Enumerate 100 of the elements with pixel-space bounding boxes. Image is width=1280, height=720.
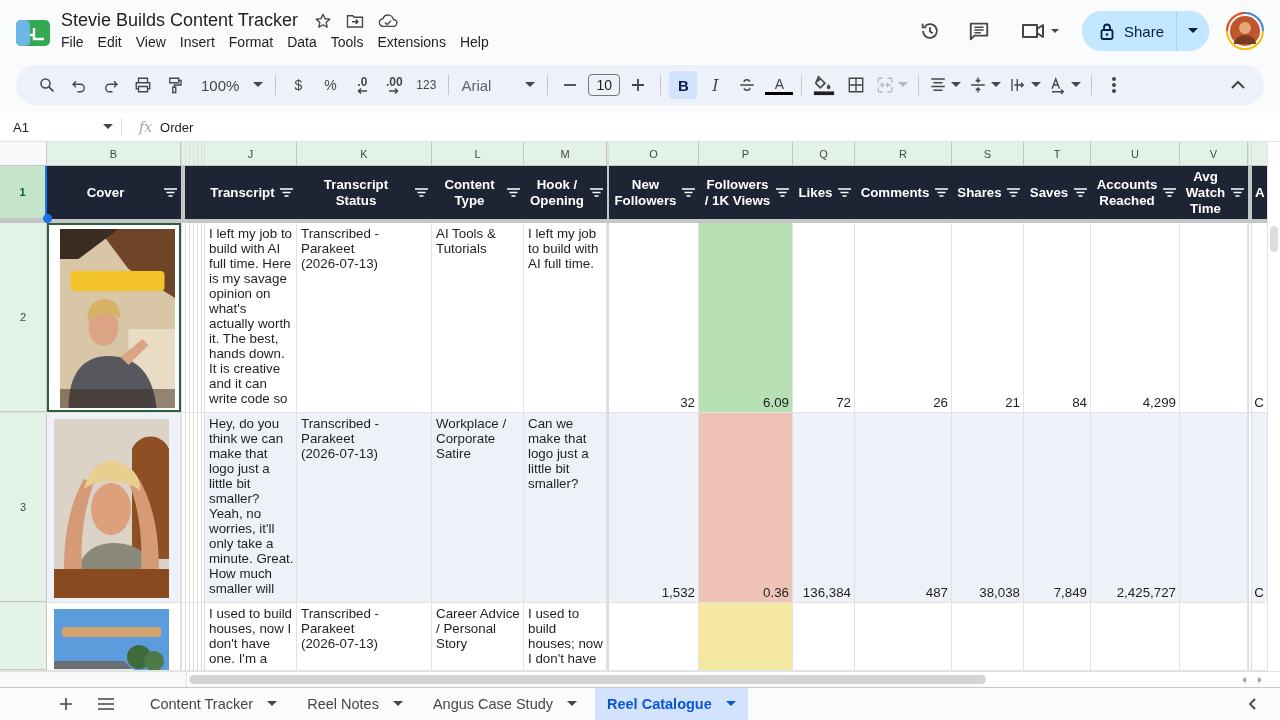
star-icon[interactable] — [314, 11, 333, 30]
filter-icon[interactable] — [1074, 188, 1087, 197]
column-header[interactable]: K — [297, 142, 432, 165]
hidden-columns-marker[interactable] — [181, 223, 205, 412]
sheet-tab[interactable]: Content Tracker — [138, 688, 290, 720]
column-title: Saves — [1029, 184, 1069, 201]
sheet-tab[interactable]: Angus Case Study — [420, 688, 589, 720]
font-dropdown[interactable]: Arial — [457, 71, 540, 99]
percent-format-button[interactable]: % — [316, 71, 345, 99]
vertical-align-icon — [969, 76, 988, 94]
menu-item[interactable]: Insert — [172, 33, 222, 52]
scroll-left-icon[interactable] — [1240, 675, 1248, 684]
row-header[interactable]: 3 — [0, 413, 47, 602]
move-folder-icon[interactable] — [346, 12, 365, 29]
currency-format-button[interactable]: $ — [284, 71, 313, 99]
table-cell: Hey, do you think we can make that logo just a little bit smaller? Yeah, no worries, it'll only take a minute. Great. How much smaller will — [205, 413, 297, 602]
filter-icon[interactable] — [935, 188, 948, 197]
filter-icon[interactable] — [1163, 188, 1176, 197]
hidden-columns-marker[interactable] — [1248, 142, 1252, 165]
hidden-columns-marker[interactable] — [1248, 223, 1252, 412]
selection-handle[interactable] — [43, 214, 52, 223]
column-header[interactable]: T — [1024, 142, 1091, 165]
column-header[interactable]: L — [432, 142, 524, 165]
hidden-columns-marker[interactable] — [181, 142, 205, 165]
filter-icon[interactable] — [1007, 188, 1020, 197]
row-header[interactable]: 1 — [0, 166, 47, 219]
hidden-columns-marker[interactable] — [1248, 603, 1252, 670]
hidden-columns-marker[interactable] — [181, 603, 205, 670]
table-cell: AI Tools & Tutorials — [432, 223, 524, 412]
column-header[interactable]: U — [1091, 142, 1180, 165]
column-title: Likes — [798, 184, 833, 201]
hidden-columns-marker[interactable] — [607, 142, 609, 165]
scroll-right-icon[interactable] — [1256, 675, 1264, 684]
menu-item[interactable]: Extensions — [370, 33, 453, 52]
sheet-tab[interactable]: Reel Catalogue — [595, 688, 748, 720]
font-size-field[interactable]: 10 — [588, 74, 621, 96]
filter-icon[interactable] — [280, 188, 293, 197]
decrease-decimals-button[interactable]: .0 — [348, 71, 377, 99]
bold-button[interactable]: B — [669, 71, 698, 99]
menu-item[interactable]: File — [61, 33, 91, 52]
minus-icon — [563, 84, 578, 86]
lock-icon — [1099, 22, 1114, 40]
avatar[interactable] — [1226, 12, 1264, 50]
column-header[interactable]: P — [699, 142, 793, 165]
hidden-columns-marker[interactable] — [181, 166, 205, 219]
filter-icon[interactable] — [590, 188, 603, 197]
column-header[interactable]: Q — [793, 142, 855, 165]
column-header[interactable]: O — [609, 142, 699, 165]
formula-input[interactable]: Order — [160, 119, 194, 135]
table-cell: 2,425,727 — [1091, 413, 1180, 602]
hidden-columns-marker[interactable] — [181, 413, 205, 602]
menu-item[interactable]: Format — [221, 33, 281, 52]
menu-item[interactable]: Help — [452, 33, 496, 52]
menu-item[interactable]: Data — [280, 33, 324, 52]
collapse-sidebar-icon[interactable] — [1248, 698, 1256, 710]
filter-icon[interactable] — [415, 188, 428, 197]
italic-button[interactable]: I — [701, 71, 730, 99]
table-cell: 21 — [952, 223, 1024, 412]
paint-roller-icon — [166, 76, 184, 94]
column-header[interactable]: J — [205, 142, 297, 165]
filter-icon[interactable] — [164, 188, 177, 197]
menu-item[interactable]: Edit — [90, 33, 129, 52]
filter-icon[interactable] — [776, 188, 789, 197]
caret-icon — [898, 82, 909, 88]
borders-icon — [847, 76, 866, 94]
increase-decimals-button[interactable]: .00 — [380, 71, 409, 99]
document-title[interactable]: Stevie Builds Content Tracker — [61, 10, 299, 31]
caret-icon — [525, 82, 536, 88]
table-cell: Transcribed - Parakeet (2026-07-13) — [297, 413, 432, 602]
sheets-logo-icon[interactable] — [16, 20, 50, 46]
filter-icon[interactable] — [838, 188, 851, 197]
table-cell[interactable] — [47, 223, 181, 412]
zoom-dropdown[interactable]: 100% — [197, 71, 268, 99]
menu-item[interactable]: Tools — [323, 33, 371, 52]
caret-icon — [392, 701, 403, 707]
hidden-columns-marker[interactable] — [1248, 166, 1252, 219]
plus-icon — [59, 697, 73, 711]
comment-icon[interactable] — [967, 20, 990, 42]
name-box[interactable]: A1 — [0, 118, 122, 136]
more-formats-button[interactable]: 123 — [412, 71, 441, 99]
cloud-check-icon[interactable] — [378, 12, 399, 29]
share-button[interactable]: Share — [1081, 11, 1177, 51]
text-color-button[interactable]: A — [765, 75, 794, 95]
row-header[interactable]: 2 — [0, 223, 47, 412]
column-title: Followers / 1K Views — [703, 176, 772, 209]
hidden-columns-marker[interactable] — [607, 223, 609, 412]
column-title: Shares — [957, 184, 1002, 201]
column-header[interactable]: S — [952, 142, 1024, 165]
column-header[interactable]: R — [855, 142, 952, 165]
caret-icon — [1188, 28, 1198, 34]
filter-icon[interactable] — [507, 188, 520, 197]
hidden-columns-marker[interactable] — [607, 603, 609, 670]
table-cell: 38,038 — [952, 413, 1024, 602]
filter-icon[interactable] — [682, 188, 695, 197]
sheet-tab[interactable]: Reel Notes — [295, 688, 415, 720]
filter-icon[interactable] — [1231, 188, 1244, 197]
menu-item[interactable]: View — [128, 33, 173, 52]
table-cell: 6.09 — [699, 223, 793, 412]
table-cell: 487 — [855, 413, 952, 602]
vertical-scrollbar[interactable] — [1267, 142, 1280, 671]
